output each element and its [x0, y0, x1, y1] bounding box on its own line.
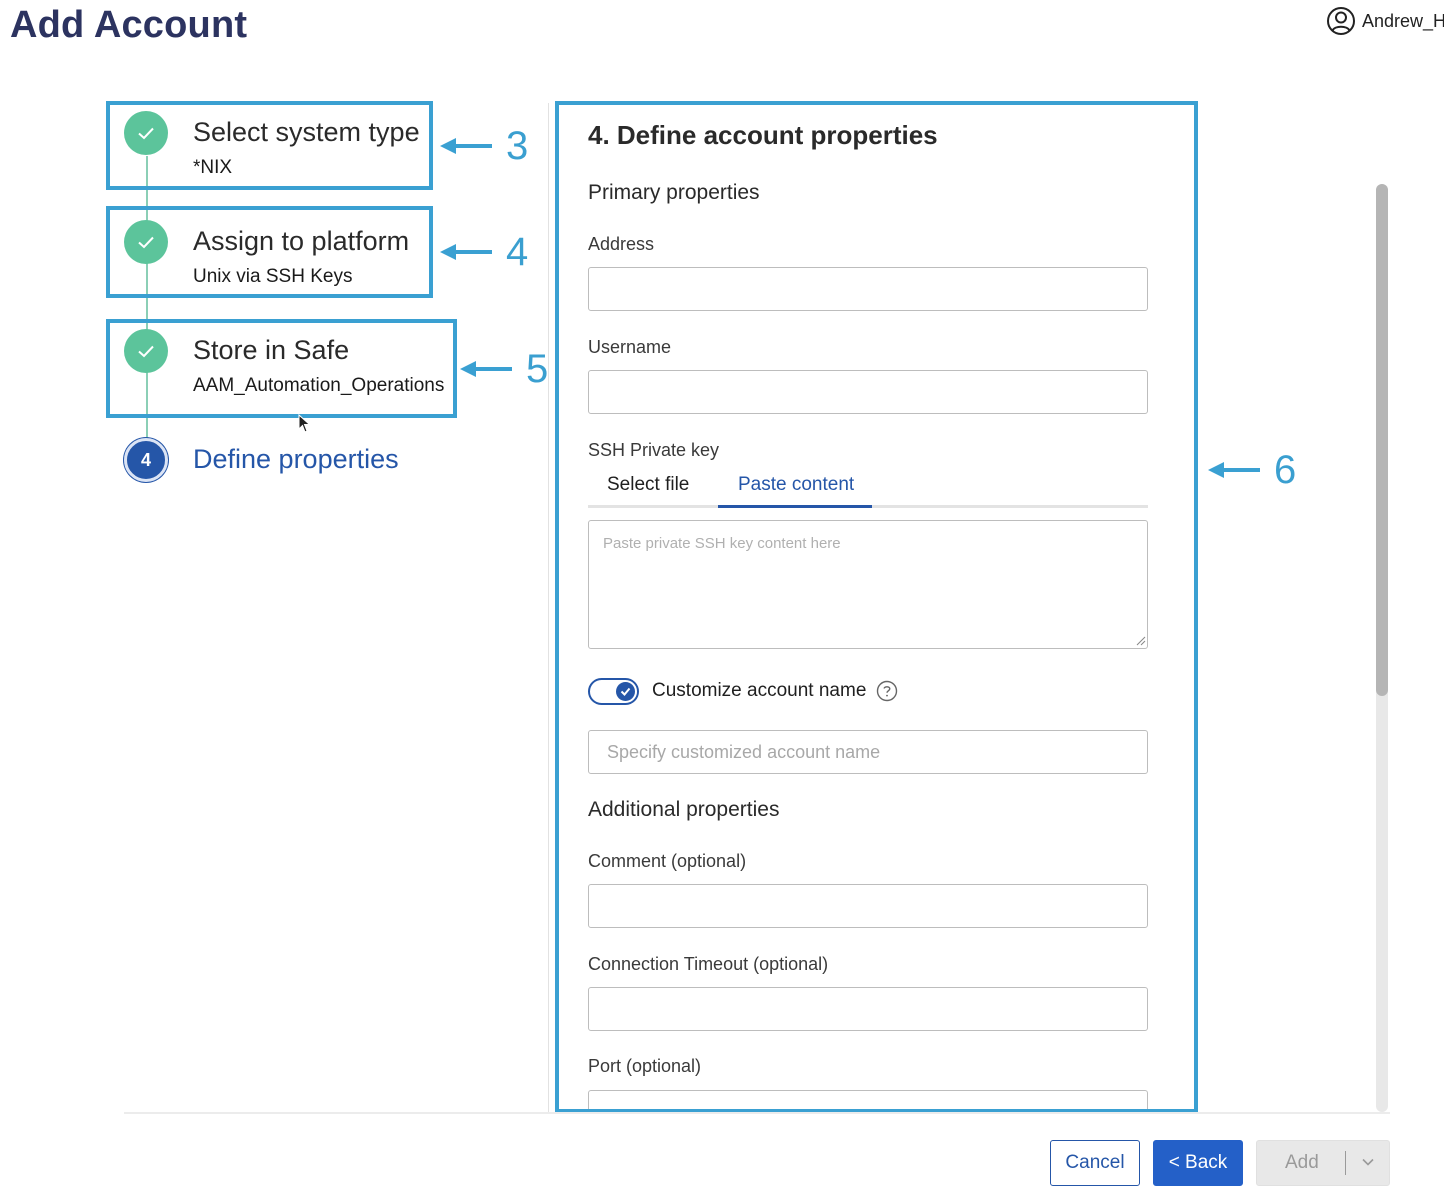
user-menu[interactable]: Andrew_H — [1326, 6, 1444, 36]
mouse-pointer-icon — [298, 414, 311, 433]
active-tab-indicator — [718, 505, 872, 508]
add-button[interactable]: Add — [1256, 1140, 1390, 1186]
step-title-active: Define properties — [193, 444, 399, 474]
address-input[interactable] — [588, 267, 1148, 311]
callout-box-4 — [106, 206, 433, 298]
comment-input[interactable] — [588, 884, 1148, 928]
port-input[interactable] — [588, 1090, 1148, 1109]
comment-label: Comment (optional) — [588, 851, 747, 871]
page-title: Add Account — [10, 4, 248, 46]
toggle-check-icon — [616, 682, 635, 701]
customize-name-toggle[interactable] — [588, 678, 639, 705]
form-title: 4. Define account properties — [588, 120, 938, 150]
footer-divider — [124, 1112, 1390, 1114]
callout-number: 5 — [526, 347, 549, 391]
ssh-key-textarea[interactable] — [588, 520, 1148, 649]
step-number-badge: 4 — [124, 438, 168, 482]
ssh-key-label: SSH Private key — [588, 440, 720, 460]
help-icon[interactable] — [876, 680, 898, 702]
callout-number: 6 — [1274, 448, 1297, 492]
arrow-left-icon — [1208, 462, 1260, 478]
custom-account-name-input[interactable] — [588, 730, 1148, 774]
address-label: Address — [588, 234, 655, 254]
username-input[interactable] — [588, 370, 1148, 414]
user-name: Andrew_H — [1362, 10, 1444, 31]
callout-box-3 — [106, 101, 433, 190]
user-circle-icon — [1327, 7, 1355, 35]
arrow-left-icon — [440, 138, 492, 154]
callout-box-5 — [106, 319, 457, 418]
customize-name-label: Customize account name — [652, 680, 867, 701]
ssh-key-tabs: Select file Paste content — [588, 470, 1148, 508]
scrollbar-thumb[interactable] — [1376, 184, 1388, 696]
panel-divider — [548, 103, 549, 1113]
port-input-clip — [588, 1090, 1150, 1109]
tab-select-file[interactable]: Select file — [607, 474, 689, 496]
section-title-primary: Primary properties — [588, 181, 760, 204]
timeout-label: Connection Timeout (optional) — [588, 954, 829, 974]
cancel-button[interactable]: Cancel — [1050, 1140, 1140, 1186]
section-title-additional: Additional properties — [588, 798, 780, 821]
username-label: Username — [588, 337, 672, 357]
resize-grip-icon[interactable] — [1134, 634, 1146, 646]
back-button[interactable]: < Back — [1153, 1140, 1243, 1186]
callout-number: 4 — [506, 230, 529, 274]
chevron-down-icon[interactable] — [1361, 1155, 1375, 1169]
tab-paste-content[interactable]: Paste content — [738, 474, 854, 496]
connection-timeout-input[interactable] — [588, 987, 1148, 1031]
add-button-label: Add — [1285, 1152, 1319, 1173]
port-label: Port (optional) — [588, 1056, 702, 1076]
arrow-left-icon — [440, 244, 492, 260]
callout-number: 3 — [506, 124, 529, 168]
add-button-separator — [1345, 1151, 1346, 1175]
scrollbar[interactable] — [1376, 184, 1388, 1112]
arrow-left-icon — [460, 361, 512, 377]
